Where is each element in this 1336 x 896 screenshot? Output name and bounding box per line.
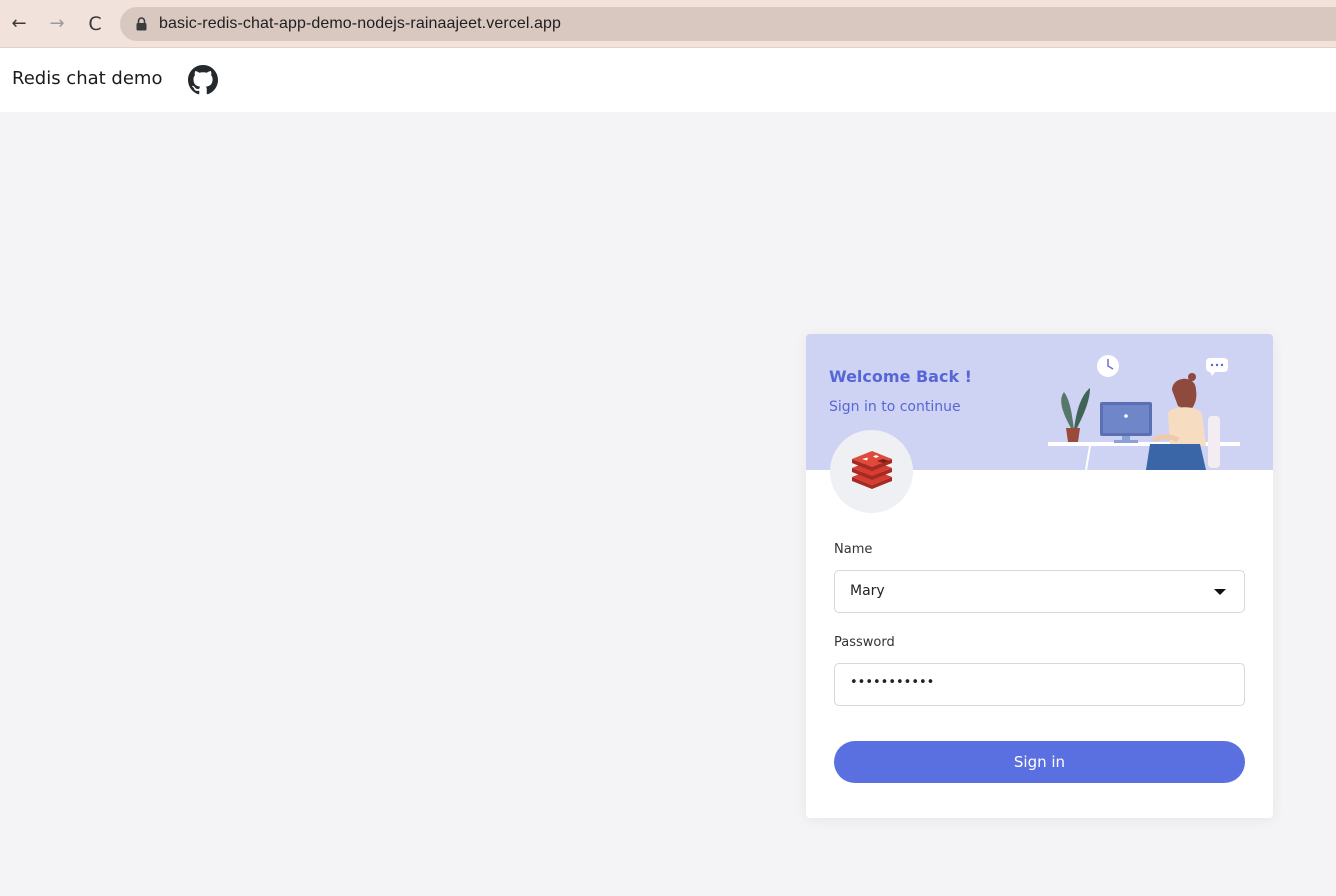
password-field[interactable]: ••••••••••• <box>834 663 1245 706</box>
workspace-illustration <box>1048 355 1240 470</box>
redis-logo-icon <box>852 451 892 489</box>
name-label: Name <box>834 542 873 557</box>
avatar <box>830 430 913 513</box>
forward-arrow-icon[interactable]: → <box>46 12 68 36</box>
app-header: Redis chat demo <box>0 48 1336 112</box>
address-bar[interactable]: basic-redis-chat-app-demo-nodejs-rainaaj… <box>120 7 1336 41</box>
url-text: basic-redis-chat-app-demo-nodejs-rainaaj… <box>159 15 562 32</box>
back-arrow-icon[interactable]: ← <box>8 12 30 36</box>
browser-toolbar: ← → C basic-redis-chat-app-demo-nodejs-r… <box>0 0 1336 48</box>
welcome-subtitle: Sign in to continue <box>829 399 961 415</box>
reload-icon[interactable]: C <box>84 12 106 36</box>
name-select[interactable]: Mary <box>834 570 1245 613</box>
login-card: Welcome Back ! Sign in to continue Name … <box>806 334 1273 818</box>
password-label: Password <box>834 635 895 650</box>
github-icon[interactable] <box>188 65 218 95</box>
lock-icon <box>136 17 147 31</box>
password-value: ••••••••••• <box>850 675 935 690</box>
welcome-title: Welcome Back ! <box>829 367 972 386</box>
name-select-value: Mary <box>850 583 885 599</box>
caret-down-icon[interactable] <box>1214 589 1226 595</box>
sign-in-button[interactable]: Sign in <box>834 741 1245 783</box>
app-title: Redis chat demo <box>12 68 163 89</box>
